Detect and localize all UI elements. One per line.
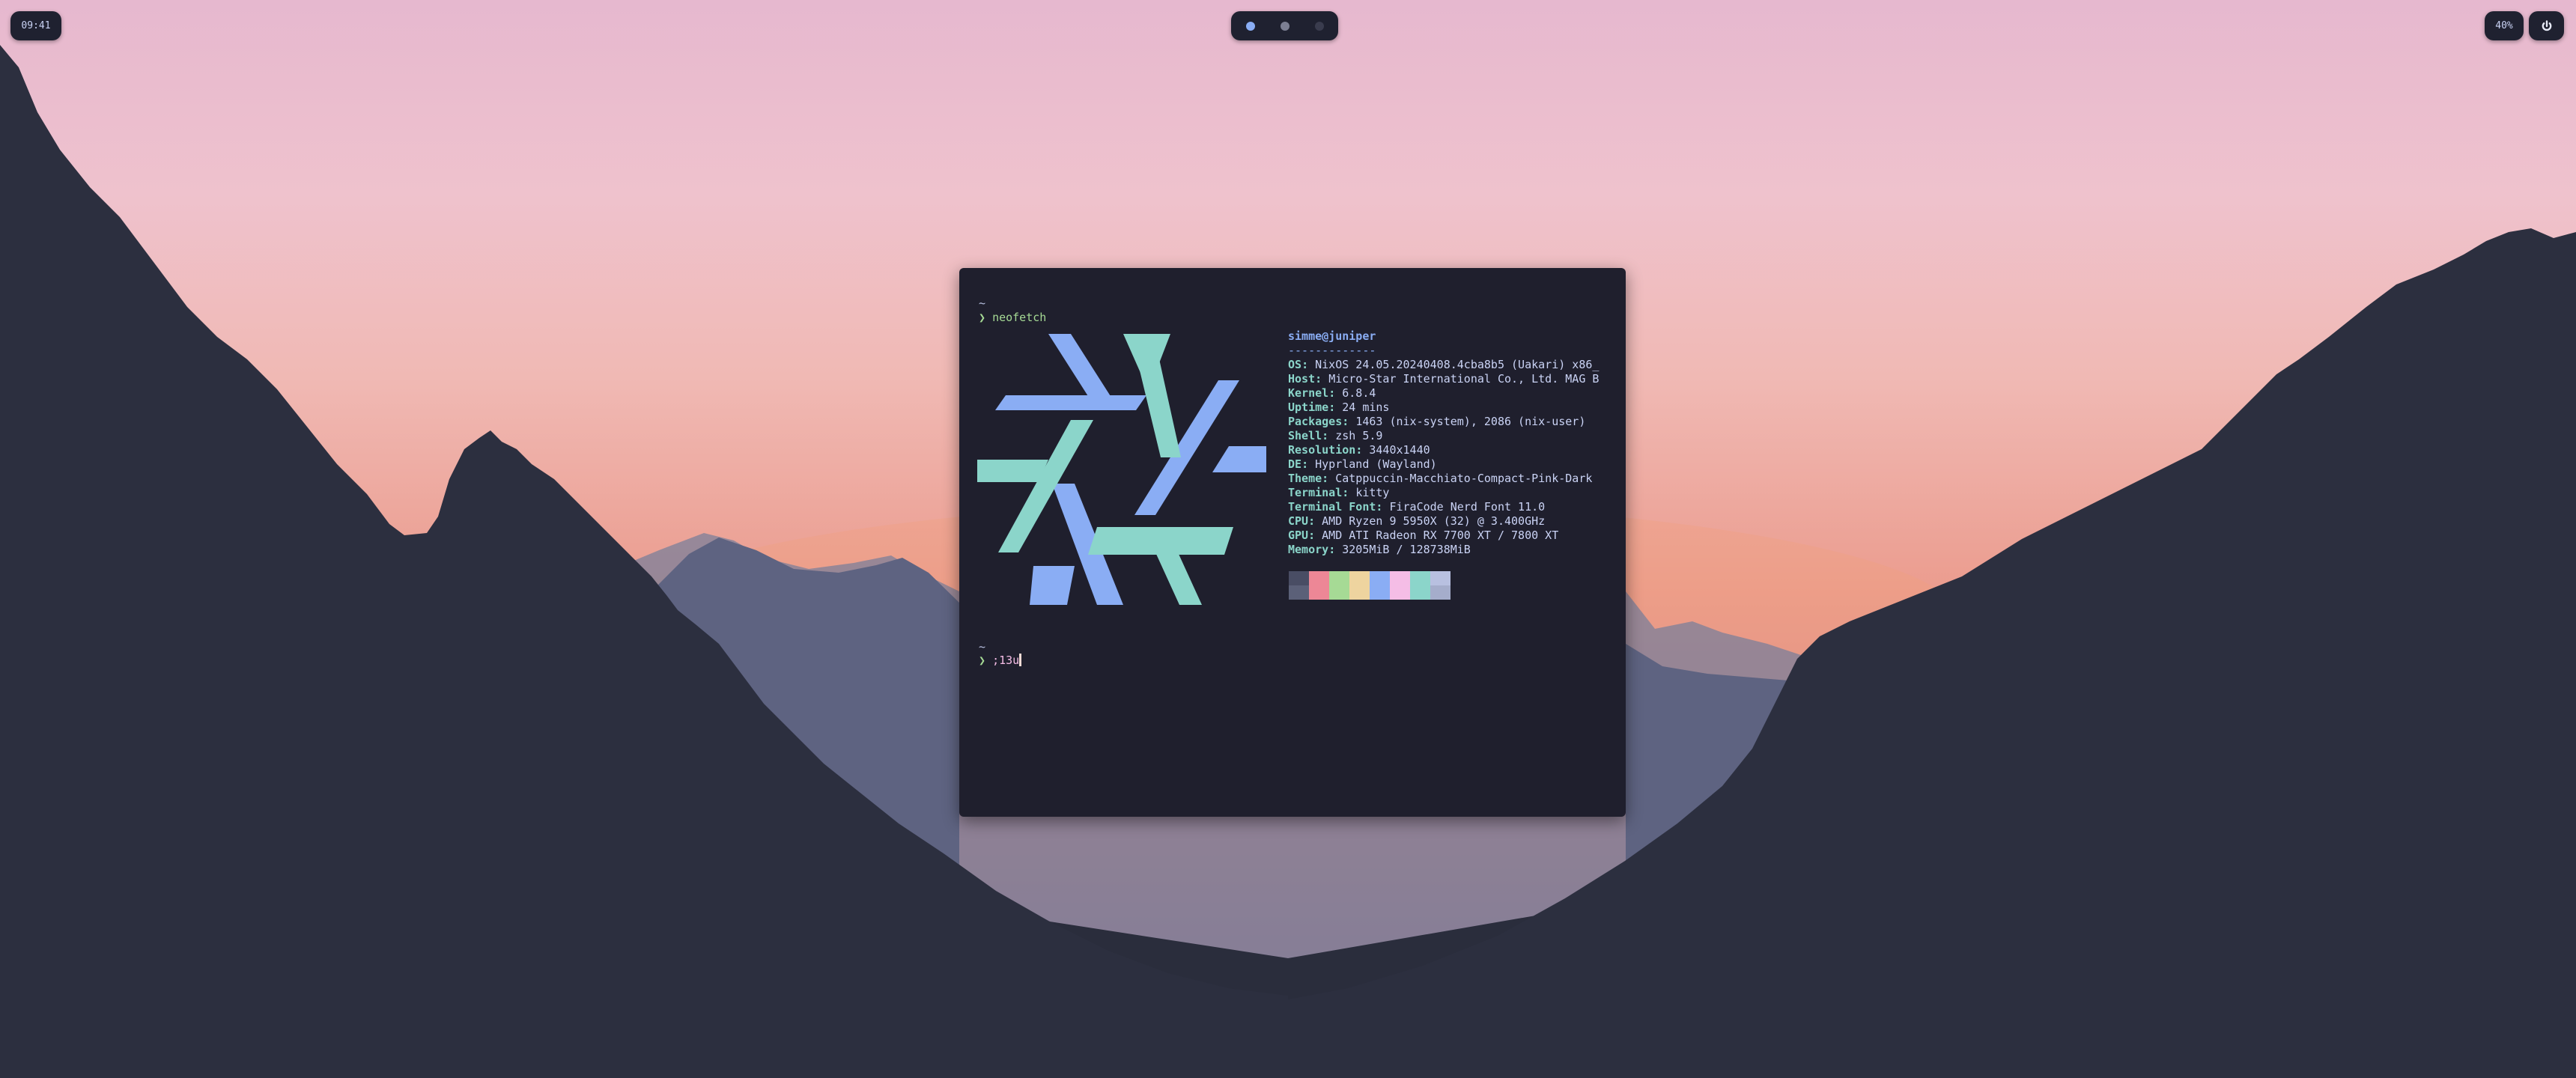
info-key: Kernel <box>1288 386 1329 400</box>
info-row-gpu: GPU: AMD ATI Radeon RX 7700 XT / 7800 XT <box>1288 529 1559 542</box>
info-row-cpu: CPU: AMD Ryzen 9 5950X (32) @ 3.400GHz <box>1288 514 1546 528</box>
clock-widget[interactable]: 09:41 <box>10 11 61 40</box>
palette-swatch <box>1329 571 1349 585</box>
info-value: zsh 5.9 <box>1335 429 1383 442</box>
info-row-resolution: Resolution: 3440x1440 <box>1288 443 1430 457</box>
info-row-uptime: Uptime: 24 mins <box>1288 401 1390 414</box>
info-row-packages: Packages: 1463 (nix-system), 2086 (nix-u… <box>1288 415 1586 428</box>
palette-swatch <box>1349 571 1370 585</box>
system-info: simme@juniper ------------- OS: NixOS 24… <box>1288 329 1599 557</box>
battery-widget[interactable]: 40% <box>2485 11 2524 40</box>
palette-swatch <box>1410 571 1430 585</box>
info-value: Hyprland (Wayland) <box>1315 457 1437 471</box>
terminal-window[interactable]: ~ ❯ neofetch simme@juniper -------------… <box>959 268 1626 817</box>
info-key: Theme <box>1288 472 1322 485</box>
info-separator: ------------- <box>1288 344 1376 357</box>
palette-swatch <box>1289 585 1309 600</box>
clock-text: 09:41 <box>21 20 51 31</box>
palette-swatch <box>1370 571 1390 585</box>
workspace-indicator-1[interactable] <box>1245 21 1255 31</box>
info-key: Shell <box>1288 429 1322 442</box>
info-key: GPU <box>1288 529 1309 542</box>
info-value: 6.8.4 <box>1342 386 1376 400</box>
info-key: Host <box>1288 372 1316 386</box>
info-key: Terminal Font <box>1288 500 1376 514</box>
palette-swatch <box>1410 585 1430 600</box>
command-input-text: ;13u <box>992 654 1020 667</box>
command-text: neofetch <box>992 311 1047 324</box>
palette-swatch <box>1329 585 1349 600</box>
info-value: 24 mins <box>1342 401 1390 414</box>
workspace-switcher[interactable] <box>1231 11 1338 40</box>
info-row-shell: Shell: zsh 5.9 <box>1288 429 1383 442</box>
color-palette <box>1289 571 1450 600</box>
info-value: NixOS 24.05.20240408.4cba8b5 (Uakari) x8… <box>1315 358 1600 371</box>
command-line-neofetch: ❯ neofetch <box>979 311 1046 324</box>
prompt-cwd: ~ <box>979 296 986 310</box>
power-icon <box>2542 19 2551 31</box>
info-key: Memory <box>1288 543 1329 556</box>
prompt-symbol: ❯ <box>979 654 986 667</box>
info-row-de: DE: Hyprland (Wayland) <box>1288 457 1437 471</box>
info-value: 1463 (nix-system), 2086 (nix-user) <box>1355 415 1586 428</box>
info-row-terminal-font: Terminal Font: FiraCode Nerd Font 11.0 <box>1288 500 1546 514</box>
info-row-theme: Theme: Catppuccin-Macchiato-Compact-Pink… <box>1288 472 1593 485</box>
prompt-symbol: ❯ <box>979 311 986 324</box>
info-value: AMD Ryzen 9 5950X (32) @ 3.400GHz <box>1322 514 1546 528</box>
palette-swatch <box>1289 571 1309 585</box>
info-key: Uptime <box>1288 401 1329 414</box>
info-value: kitty <box>1355 486 1390 499</box>
battery-percentage: 40% <box>2495 20 2513 31</box>
info-row-terminal: Terminal: kitty <box>1288 486 1390 499</box>
info-value: FiraCode Nerd Font 11.0 <box>1389 500 1546 514</box>
prompt-cwd: ~ <box>979 640 986 654</box>
workspace-indicator-3[interactable] <box>1314 21 1324 31</box>
info-key: OS <box>1288 358 1302 371</box>
command-line-input[interactable]: ❯ ;13u <box>979 654 1022 667</box>
palette-swatch <box>1370 585 1390 600</box>
user-host: simme@juniper <box>1288 329 1376 343</box>
nixos-logo <box>977 334 1266 605</box>
palette-swatch <box>1309 571 1329 585</box>
info-key: Terminal <box>1288 486 1343 499</box>
palette-swatch <box>1430 571 1450 585</box>
palette-swatch <box>1430 585 1450 600</box>
info-value: 3440x1440 <box>1369 443 1430 457</box>
palette-swatch <box>1390 585 1410 600</box>
text-cursor <box>1019 654 1022 666</box>
info-value: AMD ATI Radeon RX 7700 XT / 7800 XT <box>1322 529 1559 542</box>
palette-swatch <box>1390 571 1410 585</box>
info-key: CPU <box>1288 514 1309 528</box>
info-value: Micro-Star International Co., Ltd. MAG B <box>1328 372 1600 386</box>
info-value: 3205MiB / 128738MiB <box>1342 543 1471 556</box>
info-row-memory: Memory: 3205MiB / 128738MiB <box>1288 543 1471 556</box>
power-button[interactable] <box>2529 11 2564 40</box>
palette-swatch <box>1309 585 1329 600</box>
palette-swatch <box>1349 585 1370 600</box>
info-key: DE <box>1288 457 1302 471</box>
info-row-kernel: Kernel: 6.8.4 <box>1288 386 1376 400</box>
info-key: Packages <box>1288 415 1343 428</box>
info-row-host: Host: Micro-Star International Co., Ltd.… <box>1288 372 1600 386</box>
info-row-os: OS: NixOS 24.05.20240408.4cba8b5 (Uakari… <box>1288 358 1600 371</box>
info-key: Resolution <box>1288 443 1356 457</box>
workspace-indicator-2[interactable] <box>1280 21 1289 31</box>
info-value: Catppuccin-Macchiato-Compact-Pink-Dark <box>1335 472 1593 485</box>
